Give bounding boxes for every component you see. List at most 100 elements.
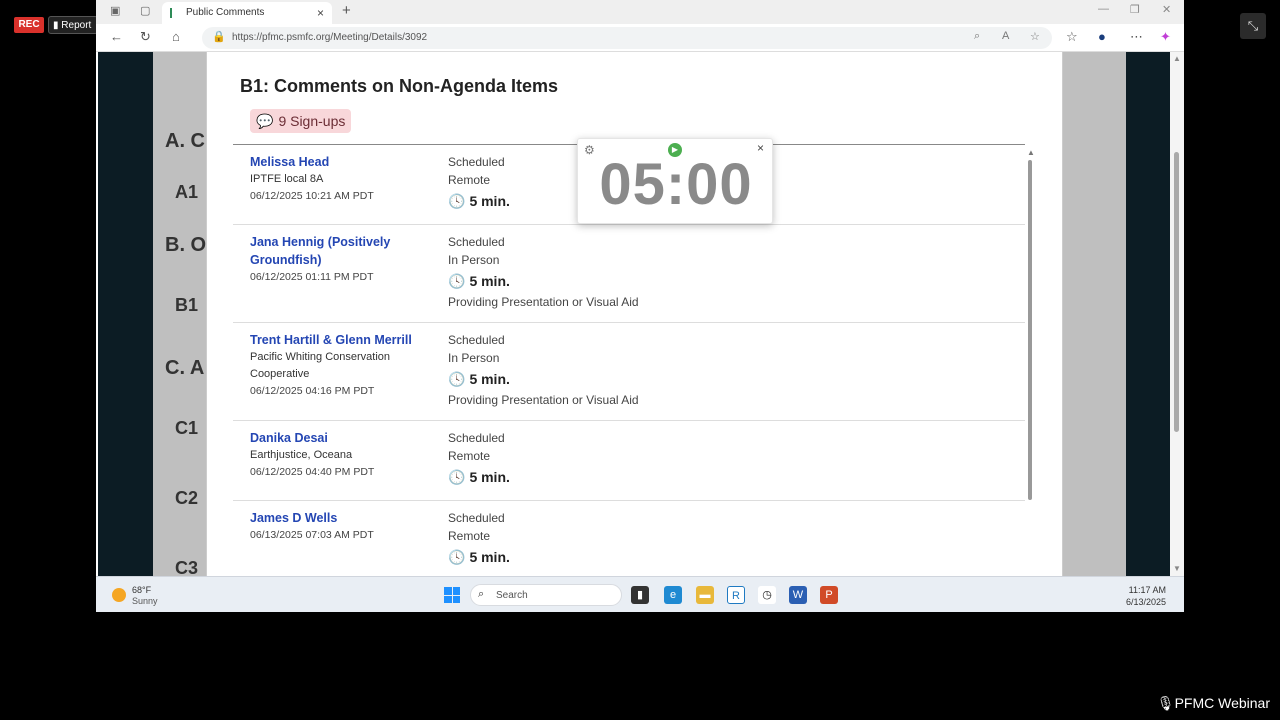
back-icon[interactable]: ← [110,29,123,44]
duration-value: 5 min. [469,469,510,485]
agenda-label: C2 [175,488,199,508]
list-item: Danika Desai Earthjustice, Oceana 06/12/… [233,421,1025,501]
page-viewport: A. C A1 B. O B1 C. A C1 C2 C3 B1: Commen… [98,52,1170,576]
address-bar[interactable]: 🔒 https://pfmc.psmfc.org/Meeting/Details… [202,27,1052,49]
presentation-note: Providing Presentation or Visual Aid [448,295,639,309]
signup-date: 06/12/2025 01:11 PM PDT [250,271,374,283]
public-comments-panel: B1: Comments on Non-Agenda Items 💬 9 Sign… [206,52,1063,576]
duration-value: 5 min. [469,193,510,209]
signup-date: 06/12/2025 04:40 PM PDT [250,466,375,478]
navigation-bar: ← ↻ ⌂ 🔒 https://pfmc.psmfc.org/Meeting/D… [96,24,1184,52]
presentation-note: Providing Presentation or Visual Aid [448,393,639,407]
agenda-label: C. A [165,357,205,379]
word-icon[interactable]: W [789,586,807,604]
restore-icon[interactable]: ❐ [1130,3,1140,16]
list-item: Trent Hartill & Glenn Merrill Pacific Wh… [233,323,1025,421]
attendance-mode: Remote [448,529,491,543]
clock-time: 11:17 AM [1128,585,1166,595]
new-tab-icon[interactable]: + [342,2,351,19]
scroll-up-icon[interactable]: ▲ [1173,54,1181,63]
collapse-icon[interactable]: ⤡ [1240,13,1266,39]
window-scroll-thumb[interactable] [1174,152,1179,432]
clock-icon: 🕓 [448,469,466,485]
app-r-icon[interactable]: R [727,586,745,604]
home-icon[interactable]: ⌂ [172,29,180,44]
edge-icon[interactable]: e [664,586,682,604]
url-text[interactable]: https://pfmc.psmfc.org/Meeting/Details/3… [232,32,427,43]
duration-value: 5 min. [469,549,510,565]
tab-close-icon[interactable]: × [317,2,324,24]
status-text: Scheduled [448,155,505,169]
page-title: B1: Comments on Non-Agenda Items [240,76,559,96]
clock-app-icon[interactable]: ◷ [758,586,776,604]
duration: 🕓 5 min. [448,189,510,213]
clock-icon: 🕓 [448,549,466,565]
commenter-name[interactable]: Danika Desai [250,429,435,447]
signup-date: 06/12/2025 10:21 AM PDT [250,190,374,202]
report-button[interactable]: ▮ Report [48,16,98,34]
status-text: Scheduled [448,431,505,445]
timer-widget[interactable]: ⚙ ▶ × 05:00 [577,138,773,224]
agenda-label: A. C [165,130,205,152]
commenter-name[interactable]: James D Wells [250,509,435,527]
search-icon: ⌕ [478,588,485,600]
sun-icon[interactable] [112,588,126,602]
list-item: Jana Hennig (Positively Groundfish) 06/1… [233,225,1025,323]
report-label: Report [61,20,92,31]
lock-icon[interactable]: 🔒 [212,30,226,43]
duration: 🕓 5 min. [448,465,510,489]
zoom-icon[interactable]: ⌕ [974,30,980,43]
duration-value: 5 min. [469,371,510,387]
system-clock[interactable]: 11:17 AM 6/13/2025 [1126,584,1166,608]
weather-temp[interactable]: 68°F [132,585,151,595]
commenter-name[interactable]: Trent Hartill & Glenn Merrill [250,331,435,349]
refresh-icon[interactable]: ↻ [140,29,151,45]
scroll-up-icon[interactable]: ▲ [1027,148,1035,157]
webinar-text: PFMC Webinar [1174,695,1270,711]
duration: 🕓 5 min. [448,269,639,293]
microphone-icon: 🎙 [1156,695,1175,711]
signups-badge: 💬 9 Sign-ups [250,109,352,133]
shared-screen: ▣ ▢ Public Comments × + — ❐ ✕ ← ↻ ⌂ 🔒 ht… [96,0,1184,612]
task-view-icon[interactable]: ▮ [631,586,649,604]
attendance-mode: Remote [448,449,491,463]
taskbar: 68°F Sunny ⌕ Search ▮ e ▬ R ◷ W P 11:17 … [96,576,1184,612]
more-icon[interactable]: ⋯ [1130,29,1143,45]
tab-bar: ▣ ▢ Public Comments × + — ❐ ✕ [96,0,1184,24]
commenter-name[interactable]: Melissa Head [250,153,435,171]
scroll-down-icon[interactable]: ▼ [1173,564,1181,573]
commenter-name[interactable]: Jana Hennig (Positively Groundfish) [250,233,435,269]
file-explorer-icon[interactable]: ▬ [696,586,714,604]
powerpoint-icon[interactable]: P [820,586,838,604]
tab-actions-icon[interactable]: ▢ [140,4,150,17]
copilot-icon[interactable]: ✦ [1160,29,1171,45]
comment-icon: 💬 [256,113,274,129]
weather-condition[interactable]: Sunny [132,596,158,606]
taskbar-search[interactable]: ⌕ Search [470,584,622,606]
agenda-label: B1 [175,295,199,315]
commenter-org: IPTFE local 8A [250,173,324,185]
workspaces-icon[interactable]: ▣ [110,4,120,17]
attendance-mode: In Person [448,253,500,267]
read-aloud-icon[interactable]: A [1002,30,1009,42]
minimize-icon[interactable]: — [1098,3,1109,15]
profile-icon[interactable]: ● [1098,29,1106,44]
tab-public-comments[interactable]: Public Comments × [162,2,332,24]
close-window-icon[interactable]: ✕ [1162,3,1171,16]
duration: 🕓 5 min. [448,367,639,391]
timer-value: 05:00 [599,152,753,217]
agenda-label: C1 [175,418,199,438]
scroll-thumb[interactable] [1028,160,1032,500]
favorite-icon[interactable]: ☆ [1030,30,1040,43]
duration: 🕓 5 min. [448,545,510,569]
clock-icon: 🕓 [448,371,466,387]
webinar-label: 🎙PFMC Webinar [1157,695,1270,712]
clock-icon: 🕓 [448,273,466,289]
signup-date: 06/12/2025 04:16 PM PDT [250,385,375,397]
attendance-mode: In Person [448,351,500,365]
window-scrollbar[interactable]: ▲ ▼ [1170,52,1184,576]
attendance-mode: Remote [448,173,491,187]
list-scrollbar[interactable]: ▲ [1027,148,1035,504]
favorites-icon[interactable]: ☆ [1066,29,1078,45]
start-icon[interactable] [444,587,460,603]
